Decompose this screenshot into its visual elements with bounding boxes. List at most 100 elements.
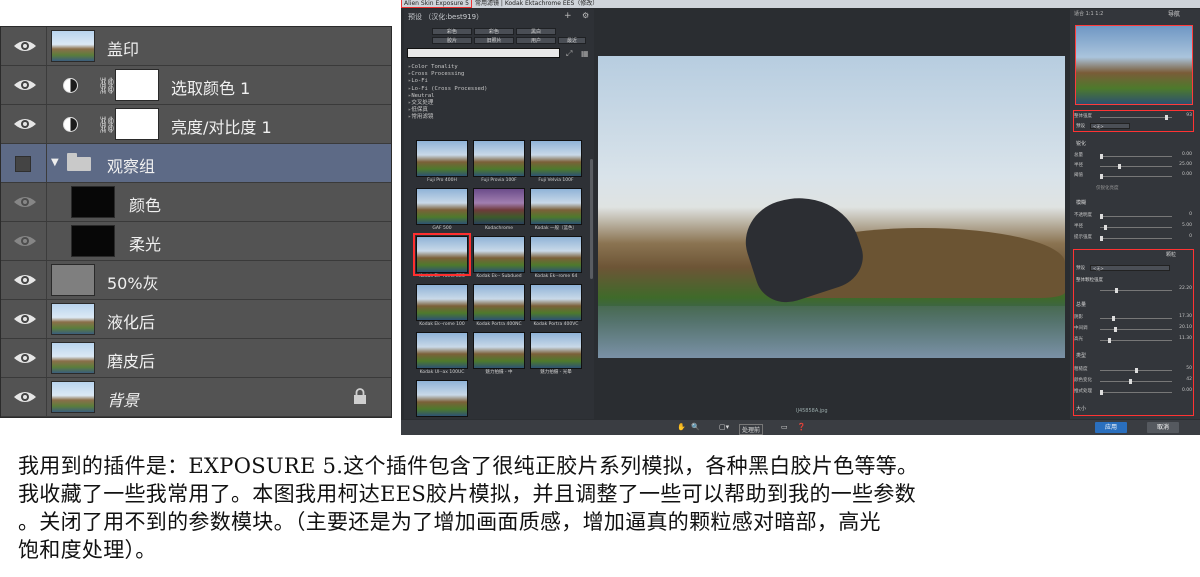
slider-knob[interactable] xyxy=(1100,236,1103,241)
zoom-options[interactable]: 适合 1:1 1:2 xyxy=(1074,10,1103,17)
slider-track[interactable] xyxy=(1100,329,1172,330)
eye-icon[interactable] xyxy=(13,233,37,249)
slider-knob[interactable] xyxy=(1135,368,1138,373)
preset-category-item[interactable]: 低保真 xyxy=(408,107,588,114)
layer-row[interactable]: 背景 xyxy=(1,378,391,417)
preset-thumbnail[interactable]: Kodak Portra 400NC xyxy=(473,284,525,328)
expand-arrow-icon[interactable]: ▼ xyxy=(51,157,59,168)
preset-filter-button[interactable]: 旧照片 xyxy=(474,37,514,44)
slider-track[interactable] xyxy=(1100,117,1172,118)
preset-category-item[interactable]: Neutral xyxy=(408,93,588,100)
preset-thumbnail[interactable]: Kodachrome xyxy=(473,188,525,232)
slider-track[interactable] xyxy=(1100,156,1172,157)
layer-row[interactable]: ⛓ 亮度/对比度 1 xyxy=(1,105,391,144)
before-after-toggle[interactable]: 处理前 xyxy=(739,424,764,435)
preset-thumbnail[interactable]: Kodak Ek-- Subdued xyxy=(473,236,525,280)
grid-view-icon[interactable]: ▦ xyxy=(581,49,589,58)
slider-track[interactable] xyxy=(1100,216,1172,217)
preset-thumbnail[interactable]: Kodak 一般（蓝色） xyxy=(530,188,582,232)
slider-knob[interactable] xyxy=(1165,115,1168,120)
expand-icon[interactable]: ⤢ xyxy=(566,49,572,59)
compare-icon[interactable]: ▭ xyxy=(781,423,788,431)
slider-track[interactable] xyxy=(1100,238,1172,239)
eye-icon[interactable] xyxy=(13,272,37,288)
layer-row[interactable]: 50%灰 xyxy=(1,261,391,300)
slider-track[interactable] xyxy=(1100,290,1172,291)
eye-icon[interactable] xyxy=(13,350,37,366)
slider-knob[interactable] xyxy=(1115,288,1118,293)
cancel-button[interactable]: 取消 xyxy=(1147,422,1180,433)
preset-thumbnail[interactable]: Kodak Ek--rome 100 xyxy=(416,284,468,328)
slider-knob[interactable] xyxy=(1100,390,1103,395)
layer-row[interactable]: ▼ 观察组 xyxy=(1,144,391,183)
sharpen-luminance-checkbox[interactable]: 仅锐化亮度 xyxy=(1096,185,1119,191)
slider-knob[interactable] xyxy=(1108,338,1111,343)
preset-filter-button[interactable]: 用户 xyxy=(516,37,556,44)
presets-scrollbar[interactable] xyxy=(590,159,593,279)
preset-thumbnail[interactable]: Fuji Velvia 100F xyxy=(530,140,582,184)
preset-thumbnail[interactable]: Kodak Portra 400VC xyxy=(530,284,582,328)
layer-thumbnail[interactable] xyxy=(51,342,95,374)
layer-thumbnail[interactable] xyxy=(71,186,115,218)
eye-icon[interactable] xyxy=(13,194,37,210)
eye-icon[interactable] xyxy=(13,311,37,327)
slider-knob[interactable] xyxy=(1118,164,1121,169)
preset-category-item[interactable]: Lo-Fi xyxy=(408,78,588,85)
slider-knob[interactable] xyxy=(1100,154,1103,159)
view-mode-icon[interactable]: ▢▾ xyxy=(719,423,729,431)
hand-tool-icon[interactable]: ✋ xyxy=(677,423,686,431)
layer-row[interactable]: 磨皮后 xyxy=(1,339,391,378)
slider-knob[interactable] xyxy=(1114,327,1117,332)
preset-thumbnail[interactable]: Fuji Provia 100F xyxy=(473,140,525,184)
slider-track[interactable] xyxy=(1100,166,1172,167)
preset-thumbnail[interactable]: Fuji Pro 400H xyxy=(416,140,468,184)
navigator-thumbnail[interactable] xyxy=(1075,25,1193,105)
layer-thumbnail[interactable] xyxy=(71,225,115,257)
slider-knob[interactable] xyxy=(1129,379,1132,384)
preset-category-item[interactable]: 常用滤镜 xyxy=(408,114,588,121)
slider-track[interactable] xyxy=(1100,381,1172,382)
add-preset-icon[interactable]: + xyxy=(564,11,572,21)
layer-row[interactable]: 颜色 xyxy=(1,183,391,222)
preset-thumbnail[interactable]: GAF 500 xyxy=(416,188,468,232)
eye-icon[interactable] xyxy=(13,38,37,54)
preset-thumbnail[interactable] xyxy=(416,380,468,424)
layer-mask-thumbnail[interactable] xyxy=(115,108,159,140)
slider-knob[interactable] xyxy=(1112,316,1115,321)
slider-track[interactable] xyxy=(1100,227,1172,228)
layer-thumbnail[interactable] xyxy=(51,381,95,413)
preset-filter-button[interactable]: 彩色 xyxy=(474,28,514,35)
layer-row[interactable]: ⛓ 选取颜色 1 xyxy=(1,66,391,105)
preset-thumbnail[interactable]: Kodak Ek--rome 64 xyxy=(530,236,582,280)
slider-track[interactable] xyxy=(1100,392,1172,393)
preset-filter-button[interactable]: 彩色 xyxy=(432,28,472,35)
layer-row[interactable]: 盖印 xyxy=(1,27,391,66)
preset-filter-button[interactable]: 黑白 xyxy=(516,28,556,35)
preset-search-input[interactable] xyxy=(407,48,560,58)
preset-filter-button[interactable]: 胶片 xyxy=(432,37,472,44)
preset-category-item[interactable]: Color Tonality xyxy=(408,64,588,71)
visibility-toggle[interactable] xyxy=(15,156,31,172)
preset-category-item[interactable]: Lo-Fi (Cross Processed) xyxy=(408,86,588,93)
preset-category-item[interactable]: Cross Processing xyxy=(408,71,588,78)
layer-thumbnail[interactable] xyxy=(51,30,95,62)
preset-thumbnail[interactable]: Kodak Ul--ax 100UC xyxy=(416,332,468,376)
eye-icon[interactable] xyxy=(13,389,37,405)
preset-select[interactable]: <无> xyxy=(1090,123,1130,129)
slider-knob[interactable] xyxy=(1100,174,1103,179)
apply-button[interactable]: 应用 xyxy=(1095,422,1128,433)
preset-thumbnail[interactable]: Kodak Ek--rome EES xyxy=(413,233,471,280)
layer-row[interactable]: 柔光 xyxy=(1,222,391,261)
preset-thumbnail[interactable]: 魅力拍摄 - 中 xyxy=(473,332,525,376)
layer-mask-thumbnail[interactable] xyxy=(115,69,159,101)
preset-filter-button[interactable]: 最近 xyxy=(558,37,586,44)
layer-thumbnail[interactable] xyxy=(51,303,95,335)
preset-category-item[interactable]: 交叉处理 xyxy=(408,100,588,107)
slider-knob[interactable] xyxy=(1100,214,1103,219)
layer-row[interactable]: 液化后 xyxy=(1,300,391,339)
zoom-tool-icon[interactable]: 🔍 xyxy=(691,423,700,431)
help-icon[interactable]: ❓ xyxy=(797,423,806,431)
slider-track[interactable] xyxy=(1100,176,1172,177)
layer-thumbnail[interactable] xyxy=(51,264,95,296)
grain-preset-select[interactable]: <无> xyxy=(1090,265,1170,271)
